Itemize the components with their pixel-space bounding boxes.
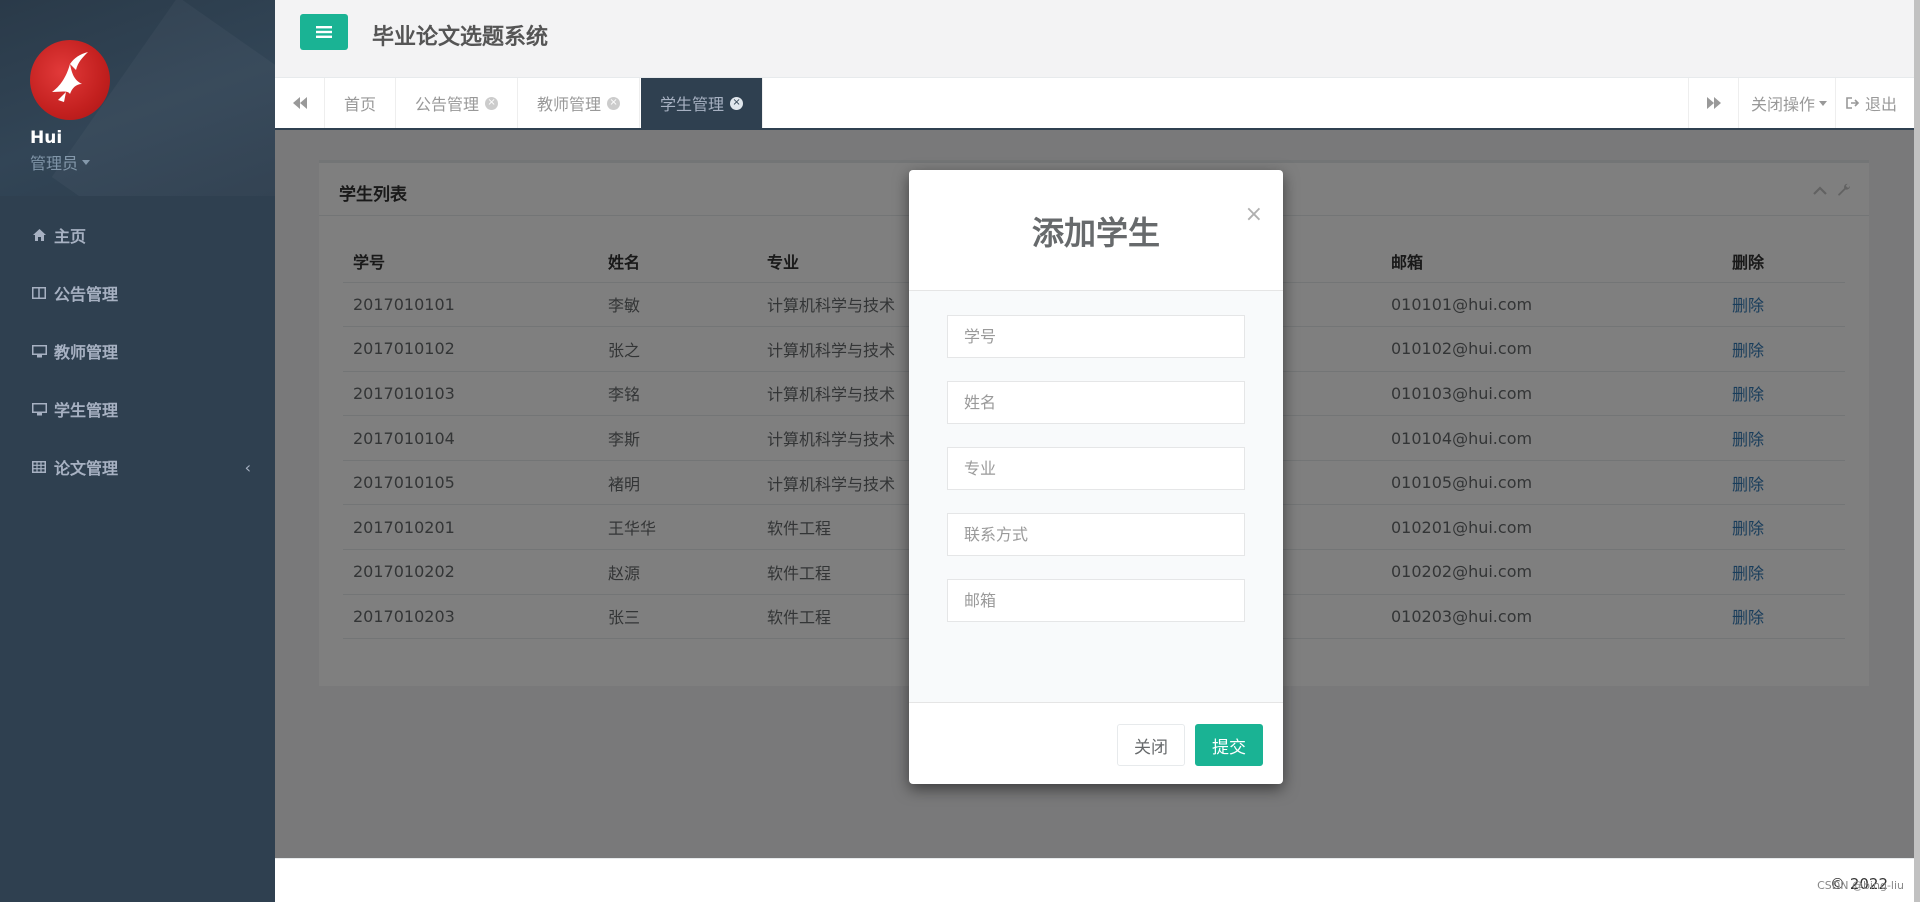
tab-label: 教师管理 bbox=[537, 95, 602, 114]
crane-logo-icon bbox=[52, 52, 88, 102]
tab-label: 公告管理 bbox=[415, 95, 480, 114]
caret-down-icon bbox=[82, 159, 91, 165]
home-icon bbox=[31, 229, 47, 241]
student-id-field[interactable] bbox=[947, 315, 1245, 358]
app-title: 毕业论文选题系统 bbox=[372, 25, 549, 50]
profile-role-dropdown[interactable]: 管理员 bbox=[30, 150, 275, 174]
add-student-modal: 添加学生 × 关闭 提交 bbox=[909, 170, 1283, 784]
sidebar-nav: 主页 公告管理 教师管理 学生管理 论文管理 ‹ bbox=[0, 206, 275, 496]
top-header: 毕业论文选题系统 bbox=[275, 0, 1920, 78]
modal-header: 添加学生 × bbox=[909, 170, 1283, 291]
forward-icon bbox=[1706, 97, 1721, 109]
sidebar-item-label: 教师管理 bbox=[54, 343, 119, 362]
close-icon[interactable]: × bbox=[1245, 204, 1263, 226]
menu-toggle-button[interactable] bbox=[300, 14, 348, 50]
sidebar-item-teachers[interactable]: 教师管理 bbox=[0, 322, 275, 380]
tab-teachers[interactable]: 教师管理 × bbox=[518, 78, 641, 128]
sidebar-item-label: 论文管理 bbox=[54, 459, 119, 478]
logout-label: 退出 bbox=[1865, 95, 1898, 114]
close-actions-dropdown[interactable]: 关闭操作 bbox=[1738, 78, 1839, 128]
tab-home[interactable]: 首页 bbox=[325, 78, 397, 128]
tab-close-icon[interactable]: × bbox=[607, 96, 621, 110]
desktop-icon bbox=[31, 402, 47, 416]
logout-button[interactable]: 退出 bbox=[1835, 78, 1907, 128]
sign-out-icon bbox=[1846, 97, 1860, 109]
tab-announcements[interactable]: 公告管理 × bbox=[396, 78, 519, 128]
watermark: CSDN @bing-liu bbox=[1817, 879, 1904, 892]
sidebar-item-announcements[interactable]: 公告管理 bbox=[0, 264, 275, 322]
contact-field[interactable] bbox=[947, 513, 1245, 556]
sidebar-item-label: 公告管理 bbox=[54, 285, 119, 304]
submit-button[interactable]: 提交 bbox=[1195, 724, 1263, 766]
window-scrollbar[interactable] bbox=[1914, 0, 1920, 902]
modal-body bbox=[909, 291, 1283, 703]
tab-students[interactable]: 学生管理 × bbox=[641, 78, 764, 128]
tab-close-icon[interactable]: × bbox=[730, 96, 744, 110]
profile-panel: Hui 管理员 bbox=[0, 0, 275, 196]
desktop-icon bbox=[31, 344, 47, 358]
sidebar-item-theses[interactable]: 论文管理 ‹ bbox=[0, 438, 275, 496]
tabs-scroll-left-button[interactable] bbox=[275, 78, 325, 128]
hamburger-icon bbox=[316, 26, 332, 38]
backward-icon bbox=[292, 97, 307, 109]
major-field[interactable] bbox=[947, 447, 1245, 490]
modal-title: 添加学生 bbox=[1031, 214, 1160, 252]
profile-role-label: 管理员 bbox=[30, 154, 79, 173]
sidebar-item-label: 学生管理 bbox=[54, 401, 119, 420]
avatar[interactable] bbox=[30, 40, 110, 120]
tab-close-icon[interactable]: × bbox=[485, 96, 499, 110]
footer: © 2022 CSDN @bing-liu bbox=[275, 858, 1920, 902]
sidebar-item-students[interactable]: 学生管理 bbox=[0, 380, 275, 438]
columns-icon bbox=[31, 287, 47, 299]
tab-bar: 首页 公告管理 × 教师管理 × 学生管理 × 关闭操作 退出 bbox=[275, 78, 1920, 130]
sidebar-item-home[interactable]: 主页 bbox=[0, 206, 275, 264]
email-field[interactable] bbox=[947, 579, 1245, 622]
chevron-left-icon: ‹ bbox=[244, 457, 251, 477]
caret-down-icon bbox=[1819, 100, 1828, 106]
profile-name: Hui bbox=[30, 128, 63, 148]
tabs-scroll-right-button[interactable] bbox=[1688, 78, 1738, 128]
modal-footer: 关闭 提交 bbox=[909, 703, 1283, 783]
sidebar-item-label: 主页 bbox=[54, 227, 87, 246]
sidebar: Hui 管理员 主页 公告管理 教师管理 学生管理 论文管理 ‹ bbox=[0, 0, 275, 902]
table-icon bbox=[31, 461, 47, 473]
tab-label: 学生管理 bbox=[660, 95, 725, 114]
close-actions-label: 关闭操作 bbox=[1751, 95, 1816, 114]
close-button[interactable]: 关闭 bbox=[1117, 724, 1185, 766]
name-field[interactable] bbox=[947, 381, 1245, 424]
tab-label: 首页 bbox=[344, 95, 377, 114]
